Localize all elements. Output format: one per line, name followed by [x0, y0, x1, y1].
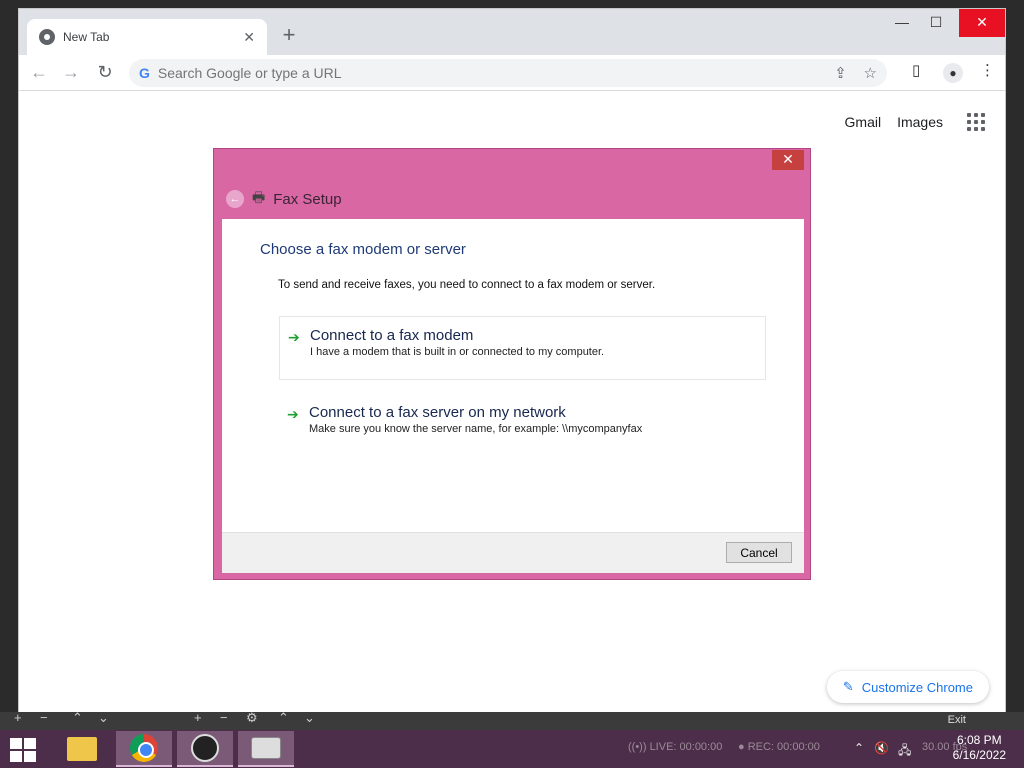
option-title: Connect to a fax server on my network: [309, 404, 566, 421]
obs-control-strip: + − ⌃ ⌄ + − ⚙ ⌃ ⌄ Exit: [0, 710, 1024, 730]
ntp-top-links: Gmail Images: [845, 113, 985, 131]
system-clock[interactable]: 6:08 PM 6/16/2022: [953, 733, 1006, 763]
google-g-icon: G: [139, 65, 150, 81]
chrome-favicon-icon: [39, 29, 55, 45]
gmail-link[interactable]: Gmail: [845, 114, 882, 130]
share-icon[interactable]: ⇪: [834, 65, 847, 82]
clock-time: 6:08 PM: [956, 733, 1002, 747]
tab-strip: New Tab ✕ + — ☐ ✕: [19, 9, 1005, 55]
live-status: ((•)) LIVE: 00:00:00: [628, 741, 723, 753]
dialog-title: Fax Setup: [273, 190, 342, 208]
forward-arrow-icon[interactable]: →: [59, 61, 83, 85]
dialog-footer: Cancel: [222, 532, 804, 573]
dialog-body: Choose a fax modem or server To send and…: [222, 219, 804, 532]
search-input[interactable]: [157, 65, 758, 81]
menu-kebab-icon[interactable]: ⋮: [980, 61, 995, 79]
profile-avatar-icon[interactable]: ●: [943, 63, 963, 83]
connect-fax-modem-option[interactable]: ➔ Connect to a fax modem I have a modem …: [279, 316, 766, 380]
tab-close-icon[interactable]: ✕: [243, 29, 255, 46]
fax-setup-dialog: ✕ ← 🖶 Fax Setup Choose a fax modem or se…: [213, 148, 811, 580]
green-arrow-icon: ➔: [287, 406, 299, 422]
customize-chrome-button[interactable]: ✎ Customize Chrome: [826, 671, 989, 703]
remove-icon[interactable]: −: [220, 710, 228, 725]
back-arrow-icon[interactable]: ←: [27, 61, 51, 85]
dialog-titlebar: ← 🖶 Fax Setup: [226, 187, 342, 211]
tab-title: New Tab: [63, 30, 110, 44]
omnibox-actions: ⇪ ☆: [834, 64, 877, 82]
side-panel-icon[interactable]: ▯: [912, 61, 920, 79]
back-button[interactable]: ←: [226, 190, 244, 208]
chrome-taskbar-icon[interactable]: [116, 731, 172, 767]
obs-exit-button[interactable]: Exit: [948, 714, 966, 726]
remove-icon[interactable]: −: [40, 710, 48, 725]
file-explorer-icon[interactable]: [54, 731, 110, 767]
maximize-button[interactable]: ☐: [913, 9, 959, 37]
browser-toolbar: ← → ↻ G ⇪ ☆ ▯ ● ⋮: [19, 55, 1005, 91]
connect-fax-server-option[interactable]: ➔ Connect to a fax server on my network …: [279, 394, 766, 458]
images-link[interactable]: Images: [897, 114, 943, 130]
obs-taskbar-icon[interactable]: [177, 731, 233, 767]
dialog-close-button[interactable]: ✕: [772, 150, 804, 170]
dialog-heading: Choose a fax modem or server: [260, 241, 466, 258]
green-arrow-icon: ➔: [288, 329, 300, 345]
gear-icon[interactable]: ⚙: [246, 710, 258, 726]
new-tab-button[interactable]: +: [277, 24, 301, 48]
pencil-icon: ✎: [842, 679, 854, 694]
rec-status: ● REC: 00:00:00: [738, 741, 820, 753]
tray-chevron-icon[interactable]: ⌃: [854, 741, 864, 755]
bookmark-star-icon[interactable]: ☆: [864, 65, 877, 82]
up-icon[interactable]: ⌃: [72, 710, 83, 726]
down-icon[interactable]: ⌄: [98, 710, 109, 726]
windows-start-icon[interactable]: [10, 738, 38, 762]
reload-icon[interactable]: ↻: [93, 61, 117, 85]
up-icon[interactable]: ⌃: [278, 710, 289, 726]
add-icon[interactable]: +: [14, 710, 22, 725]
printer-icon: 🖶: [252, 189, 266, 205]
customize-chrome-label: Customize Chrome: [861, 679, 973, 695]
apps-grid-icon[interactable]: [967, 113, 985, 131]
volume-muted-icon[interactable]: 🔇: [874, 741, 889, 755]
windows-taskbar: ((•)) LIVE: 00:00:00 ● REC: 00:00:00 ⌃ 🔇…: [0, 730, 1024, 768]
tab-new-tab[interactable]: New Tab ✕: [27, 19, 267, 55]
option-subtitle: I have a modem that is built in or conne…: [310, 346, 605, 358]
add-icon[interactable]: +: [194, 710, 202, 725]
omnibox[interactable]: G ⇪ ☆: [129, 59, 887, 87]
clock-date: 6/16/2022: [952, 748, 1006, 762]
cancel-button[interactable]: Cancel: [726, 542, 792, 563]
close-window-button[interactable]: ✕: [959, 9, 1005, 37]
fax-taskbar-icon[interactable]: [238, 731, 294, 767]
network-icon[interactable]: 🖧: [898, 741, 911, 762]
option-subtitle: Make sure you know the server name, for …: [309, 423, 643, 435]
option-title: Connect to a fax modem: [310, 327, 474, 344]
dialog-description: To send and receive faxes, you need to c…: [278, 279, 656, 291]
down-icon[interactable]: ⌄: [304, 710, 315, 726]
